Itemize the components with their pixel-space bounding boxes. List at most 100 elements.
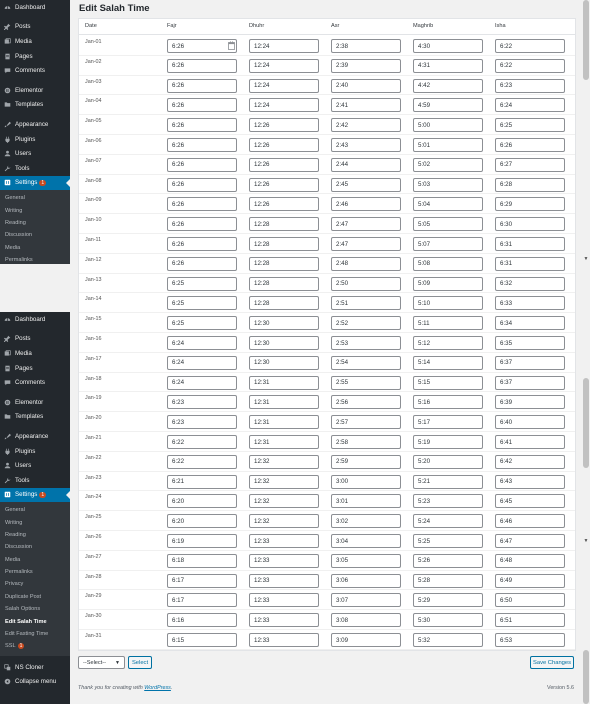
isha-time-input[interactable]: [495, 355, 565, 370]
asr-time-input[interactable]: [331, 553, 401, 568]
dhuhr-time-input[interactable]: [249, 633, 319, 647]
isha-time-input[interactable]: [495, 316, 565, 331]
fajr-time-input[interactable]: [167, 78, 237, 93]
fajr-time-input[interactable]: [167, 633, 237, 647]
sidebar-item-settings[interactable]: Settings 1: [0, 175, 70, 191]
asr-time-input[interactable]: [331, 197, 401, 212]
dhuhr-time-input[interactable]: [249, 296, 319, 311]
sidebar-item-ns-cloner[interactable]: NS Cloner: [0, 660, 70, 675]
isha-time-input[interactable]: [495, 474, 565, 489]
isha-time-input[interactable]: [495, 514, 565, 529]
asr-time-input[interactable]: [331, 157, 401, 172]
fajr-time-input[interactable]: [167, 217, 237, 232]
isha-time-input[interactable]: [495, 157, 565, 172]
submenu-item-discussion[interactable]: Discussion: [0, 541, 70, 553]
fajr-time-input[interactable]: [167, 435, 237, 449]
dhuhr-time-input[interactable]: [249, 256, 319, 271]
submenu-item-permalinks[interactable]: Permalinks: [0, 254, 70, 264]
maghrib-time-input[interactable]: [413, 336, 483, 350]
maghrib-time-input[interactable]: [413, 435, 483, 449]
page-scrollbar[interactable]: ▼ ▼: [582, 0, 590, 704]
isha-time-input[interactable]: [495, 573, 565, 588]
isha-time-input[interactable]: [495, 58, 565, 73]
wordpress-link[interactable]: WordPress: [144, 685, 171, 691]
sidebar-item-media[interactable]: Media: [0, 346, 70, 361]
fajr-time-input[interactable]: [167, 256, 237, 271]
maghrib-time-input[interactable]: [413, 415, 483, 430]
dhuhr-time-input[interactable]: [249, 553, 319, 568]
fajr-time-input[interactable]: [167, 98, 237, 113]
sidebar-item-users[interactable]: Users: [0, 146, 70, 161]
dhuhr-time-input[interactable]: [249, 494, 319, 509]
maghrib-time-input[interactable]: [413, 454, 483, 469]
sidebar-item-templates[interactable]: Templates: [0, 410, 70, 425]
asr-time-input[interactable]: [331, 296, 401, 311]
isha-time-input[interactable]: [495, 39, 565, 53]
isha-time-input[interactable]: [495, 276, 565, 291]
submenu-item-discussion[interactable]: Discussion: [0, 229, 70, 241]
maghrib-time-input[interactable]: [413, 39, 483, 53]
scroll-thumb[interactable]: [583, 650, 589, 704]
asr-time-input[interactable]: [331, 633, 401, 647]
asr-time-input[interactable]: [331, 573, 401, 588]
isha-time-input[interactable]: [495, 237, 565, 251]
dhuhr-time-input[interactable]: [249, 177, 319, 192]
submenu-item-writing[interactable]: Writing: [0, 517, 70, 529]
asr-time-input[interactable]: [331, 355, 401, 370]
dhuhr-time-input[interactable]: [249, 534, 319, 548]
submenu-item-edit-salah-time[interactable]: Edit Salah Time: [0, 616, 70, 628]
asr-time-input[interactable]: [331, 78, 401, 93]
dhuhr-time-input[interactable]: [249, 454, 319, 469]
dhuhr-time-input[interactable]: [249, 474, 319, 489]
sidebar-item-dashboard[interactable]: Dashboard: [0, 312, 70, 327]
sidebar-item-pages[interactable]: Pages: [0, 49, 70, 64]
maghrib-time-input[interactable]: [413, 514, 483, 529]
dhuhr-time-input[interactable]: [249, 355, 319, 370]
dhuhr-time-input[interactable]: [249, 375, 319, 390]
chevron-down-icon[interactable]: ▼: [583, 538, 589, 544]
isha-time-input[interactable]: [495, 613, 565, 628]
isha-time-input[interactable]: [495, 256, 565, 271]
dhuhr-time-input[interactable]: [249, 514, 319, 529]
asr-time-input[interactable]: [331, 276, 401, 291]
sidebar-item-posts[interactable]: Posts: [0, 332, 70, 347]
asr-time-input[interactable]: [331, 474, 401, 489]
fajr-time-input[interactable]: [167, 494, 237, 509]
maghrib-time-input[interactable]: [413, 276, 483, 291]
dhuhr-time-input[interactable]: [249, 415, 319, 430]
sidebar-item-plugins[interactable]: Plugins: [0, 444, 70, 459]
sidebar-item-elementor[interactable]: Elementor: [0, 83, 70, 98]
dhuhr-time-input[interactable]: [249, 58, 319, 73]
scroll-thumb[interactable]: [583, 378, 589, 468]
asr-time-input[interactable]: [331, 534, 401, 548]
fajr-time-input[interactable]: [167, 454, 237, 469]
submenu-item-reading[interactable]: Reading: [0, 529, 70, 541]
isha-time-input[interactable]: [495, 217, 565, 232]
fajr-time-input[interactable]: [167, 395, 237, 410]
sidebar-item-settings[interactable]: Settings 1: [0, 487, 70, 503]
isha-time-input[interactable]: [495, 534, 565, 548]
fajr-time-input[interactable]: [167, 553, 237, 568]
sidebar-item-plugins[interactable]: Plugins: [0, 132, 70, 147]
dhuhr-time-input[interactable]: [249, 98, 319, 113]
fajr-time-input[interactable]: [167, 177, 237, 192]
sidebar-item-users[interactable]: Users: [0, 458, 70, 473]
dhuhr-time-input[interactable]: [249, 435, 319, 449]
asr-time-input[interactable]: [331, 177, 401, 192]
isha-time-input[interactable]: [495, 78, 565, 93]
maghrib-time-input[interactable]: [413, 633, 483, 647]
maghrib-time-input[interactable]: [413, 494, 483, 509]
fajr-time-input[interactable]: [167, 138, 237, 152]
dhuhr-time-input[interactable]: [249, 593, 319, 608]
asr-time-input[interactable]: [331, 593, 401, 608]
submenu-item-general[interactable]: General: [0, 192, 70, 204]
fajr-time-input[interactable]: [167, 118, 237, 133]
maghrib-time-input[interactable]: [413, 197, 483, 212]
submenu-item-edit-fasting-time[interactable]: Edit Fasting Time: [0, 628, 70, 640]
asr-time-input[interactable]: [331, 494, 401, 509]
maghrib-time-input[interactable]: [413, 316, 483, 331]
fajr-time-input[interactable]: [167, 375, 237, 390]
sidebar-item-dashboard[interactable]: Dashboard: [0, 0, 70, 15]
submenu-item-media[interactable]: Media: [0, 242, 70, 254]
asr-time-input[interactable]: [331, 435, 401, 449]
